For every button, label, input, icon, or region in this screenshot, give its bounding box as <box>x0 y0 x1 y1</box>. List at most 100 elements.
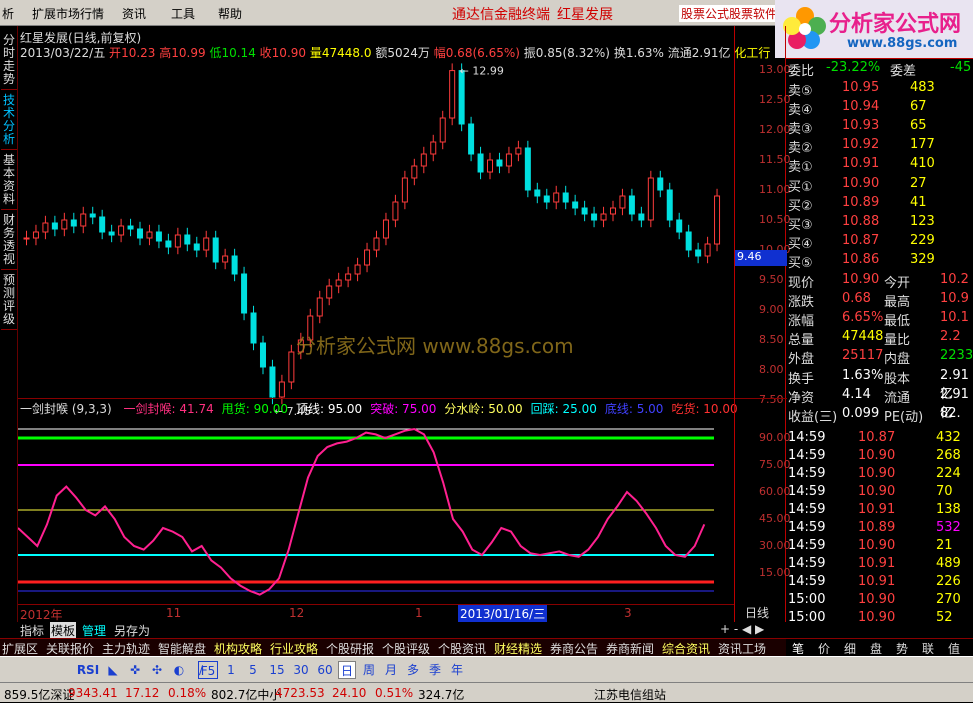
stat2-row-cell: 0.099 <box>842 406 880 421</box>
nav-item[interactable]: 机构攻略 <box>214 640 262 657</box>
tab-template[interactable]: 模板 <box>50 622 77 639</box>
tab-forecast[interactable]: 预测评级 <box>1 274 17 330</box>
f5-button[interactable]: F5 <box>198 661 218 679</box>
stat-row-cell: 现价 <box>788 276 815 291</box>
candle-body <box>335 279 342 287</box>
sell-row-cell: 10.91 <box>842 156 880 171</box>
candle-body <box>458 70 465 125</box>
candle-body <box>704 243 711 257</box>
tab-manage[interactable]: 管理 <box>82 622 106 639</box>
period-button[interactable]: 年 <box>448 661 466 679</box>
tab-finance[interactable]: 财务透视 <box>1 214 17 270</box>
sell-row: 卖④ 10.94 67 <box>786 98 973 118</box>
stat-row-cell: 25117 <box>842 348 884 363</box>
buy-row: 买③ 10.88 123 <box>786 213 973 233</box>
sell-row: 卖② 10.92 177 <box>786 136 973 156</box>
price-tick: 8.50 <box>759 333 784 346</box>
stat-row-cell: 总量 <box>788 333 815 348</box>
nav-item[interactable]: 关联报价 <box>46 640 94 657</box>
right-tab[interactable]: 盘 <box>870 640 882 657</box>
candle-body <box>278 381 285 398</box>
nav-item[interactable]: 行业攻略 <box>270 640 318 657</box>
rsi-button[interactable]: RSI <box>76 661 100 679</box>
right-tab[interactable]: 势 <box>896 640 908 657</box>
indicator-name[interactable]: 一剑封喉 (9,3,3) <box>20 402 112 416</box>
candle-body <box>714 195 721 245</box>
menu-item-news[interactable]: 资讯 <box>122 5 146 22</box>
menu-item-ext-market[interactable]: 扩展市场行情 <box>32 5 104 22</box>
nav-item[interactable]: 财经精选 <box>494 640 542 657</box>
candle-body <box>23 237 30 240</box>
menu-item-analysis[interactable]: 析 <box>2 5 14 22</box>
period-button[interactable]: 60 <box>314 661 336 679</box>
nav-arrows[interactable]: + - ◀ ▶ <box>720 622 764 636</box>
nav-item[interactable]: 扩展区 <box>2 640 38 657</box>
tab-technical[interactable]: 技术分析 <box>1 94 17 150</box>
stat2-row-cell: 流通 <box>884 391 911 406</box>
toolbar-tool-icon[interactable]: ✜ <box>126 661 144 679</box>
kline-chart-area[interactable]: 红星发展(日线,前复权) 2013/03/22/五 开10.23 高10.99 … <box>18 26 770 622</box>
candle-body <box>392 201 399 221</box>
toolbar-tool-icon[interactable]: ◣ <box>104 661 122 679</box>
tab-saveas[interactable]: 另存为 <box>114 622 150 639</box>
menu-item-help[interactable]: 帮助 <box>218 5 242 22</box>
toolbar: RSI ◣ ✜ ✣ ◐ ∕ F5 1 5 15 30 60 日周月多季年 <box>0 656 973 682</box>
right-tab[interactable]: 联 <box>922 640 934 657</box>
tick-row-cell: 14:59 <box>788 484 826 499</box>
nav-item[interactable]: 个股研报 <box>326 640 374 657</box>
candle-body <box>666 189 673 221</box>
period-button[interactable]: 15 <box>266 661 288 679</box>
candle-body <box>411 165 418 179</box>
right-tab[interactable]: 价 <box>818 640 830 657</box>
toolbar-tool-icon[interactable]: ◐ <box>170 661 188 679</box>
candle-body <box>316 297 323 317</box>
buy-row: 买④ 10.87 229 <box>786 232 973 252</box>
sell-row-cell: 177 <box>910 137 935 152</box>
candle-body <box>628 195 635 215</box>
nav-item[interactable]: 智能解盘 <box>158 640 206 657</box>
candle-body <box>581 207 588 215</box>
candle-body <box>487 159 494 173</box>
candle-body <box>231 255 238 275</box>
indicator-value-label: 吃货: 10.00 <box>671 402 738 416</box>
indicator-value-label: 突破: 75.00 <box>370 402 437 416</box>
period-button[interactable]: 5 <box>244 661 262 679</box>
candle-body <box>146 231 153 239</box>
nav-item[interactable]: 个股资讯 <box>438 640 486 657</box>
candle-body <box>534 189 541 197</box>
period-label[interactable]: 日线 <box>745 604 769 621</box>
period-button[interactable]: 多 <box>404 661 422 679</box>
sell-row: 卖① 10.91 410 <box>786 155 973 175</box>
period-button[interactable]: 日 <box>338 661 356 679</box>
price-chart-svg: ← 12.99← 7.45 <box>23 63 721 418</box>
nav-item[interactable]: 券商公告 <box>550 640 598 657</box>
buy-row: 买① 10.90 27 <box>786 175 973 195</box>
nav-item[interactable]: 主力轨迹 <box>102 640 150 657</box>
tab-timeshare[interactable]: 分时走势 <box>1 34 17 90</box>
menu-item-tools[interactable]: 工具 <box>171 5 195 22</box>
period-button[interactable]: 月 <box>382 661 400 679</box>
toolbar-tool-icon[interactable]: ✣ <box>148 661 166 679</box>
candle-body <box>212 237 219 263</box>
price-tick: 9.00 <box>759 303 784 316</box>
indicator-value-label: 底线: 5.00 <box>604 402 664 416</box>
time-label-12: 12 <box>289 606 305 620</box>
tab-basic[interactable]: 基本资料 <box>1 154 17 210</box>
period-button[interactable]: 1 <box>222 661 240 679</box>
right-tab[interactable]: 笔 <box>792 640 804 657</box>
period-button[interactable]: 季 <box>426 661 444 679</box>
period-button[interactable]: 周 <box>360 661 378 679</box>
stat-row-cell: 涨幅 <box>788 314 815 329</box>
nav-item[interactable]: 个股评级 <box>382 640 430 657</box>
nav-item[interactable]: 资讯工场 <box>718 640 766 657</box>
status-item: 江苏电信组站 <box>594 688 667 702</box>
right-tab[interactable]: 细 <box>844 640 856 657</box>
sell-row-cell: 483 <box>910 80 935 95</box>
nav-item[interactable]: 综合资讯 <box>662 640 710 657</box>
tick-row-cell: 14:59 <box>788 430 826 445</box>
nav-item[interactable]: 券商新闻 <box>606 640 654 657</box>
period-button[interactable]: 30 <box>290 661 312 679</box>
candle-body <box>430 141 437 155</box>
tab-indicator[interactable]: 指标 <box>20 622 44 639</box>
right-tab[interactable]: 值 <box>948 640 960 657</box>
